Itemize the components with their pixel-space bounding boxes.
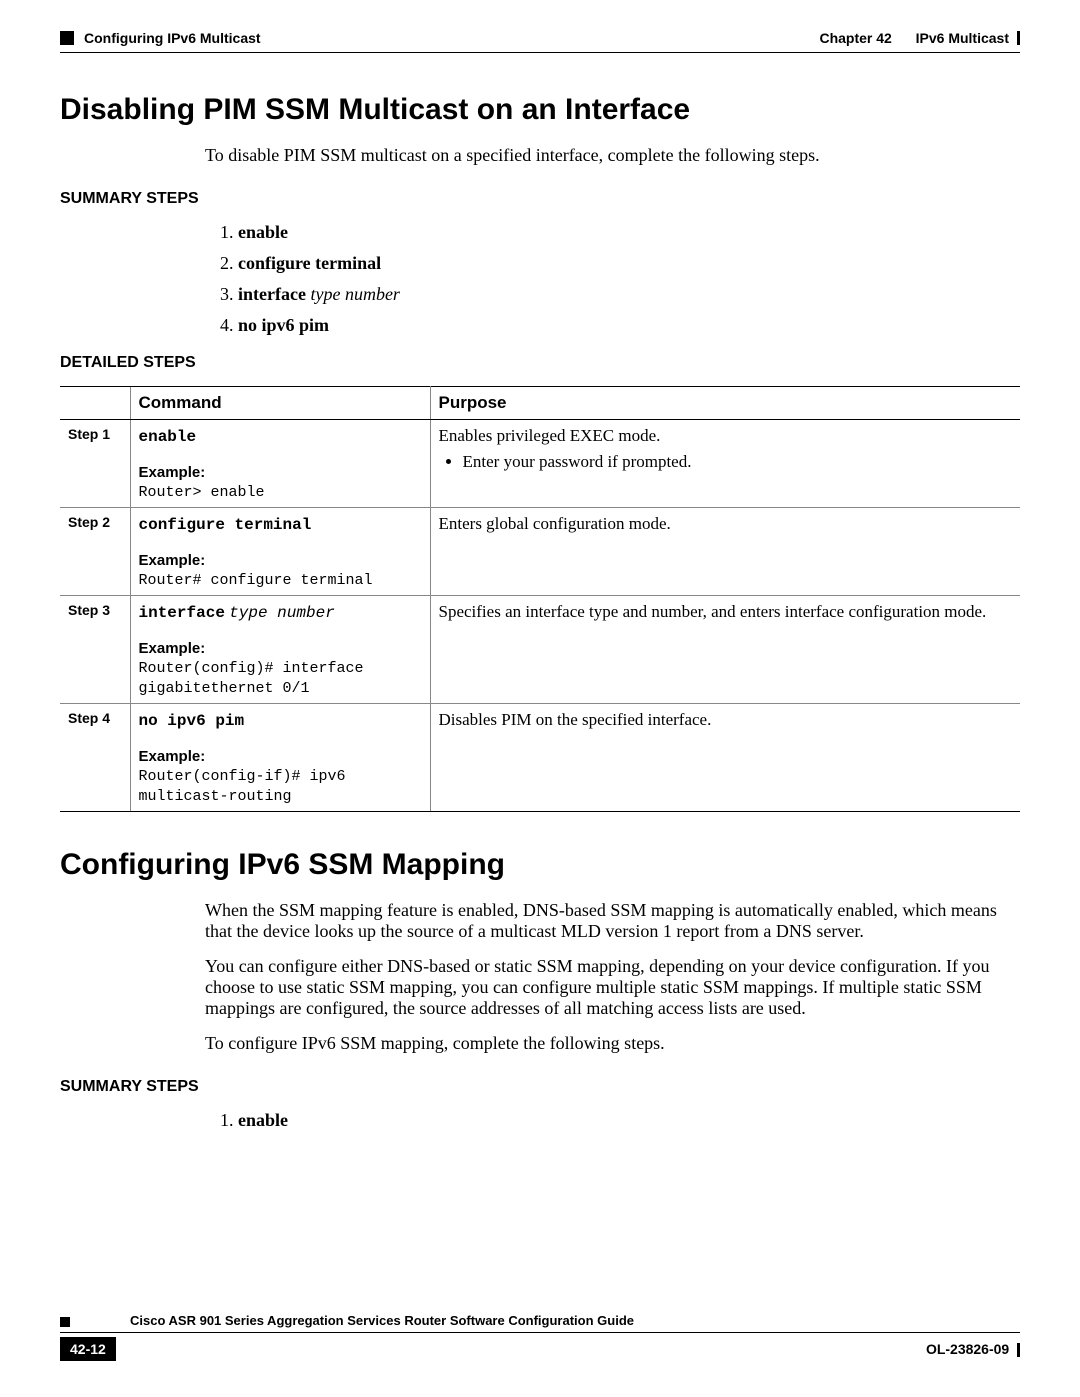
section-marker: Configuring IPv6 Multicast [84, 30, 261, 46]
command-cell: interface type number Example: Router(co… [130, 596, 430, 704]
body-paragraph: To configure IPv6 SSM mapping, complete … [205, 1033, 1020, 1054]
command-cell: enable Example: Router> enable [130, 420, 430, 508]
summary-steps-heading: SUMMARY STEPS [60, 1078, 1020, 1096]
list-item: enable [238, 222, 1020, 243]
col-command: Command [130, 387, 430, 420]
section-title: Disabling PIM SSM Multicast on an Interf… [60, 93, 1020, 127]
detailed-steps-heading: DETAILED STEPS [60, 354, 1020, 372]
detailed-steps-table: Command Purpose Step 1 enable Example: R… [60, 386, 1020, 812]
divider-icon [1017, 1343, 1020, 1357]
square-icon [60, 31, 74, 45]
footer-rule [60, 1332, 1020, 1333]
list-item: interface type number [238, 284, 1020, 305]
section-title: Configuring IPv6 SSM Mapping [60, 848, 1020, 882]
doc-id: OL-23826-09 [926, 1341, 1009, 1357]
purpose-cell: Enables privileged EXEC mode. Enter your… [430, 420, 1020, 508]
body-paragraph: You can configure either DNS-based or st… [205, 956, 1020, 1019]
purpose-cell: Enters global configuration mode. [430, 508, 1020, 596]
table-row: Step 1 enable Example: Router> enable En… [60, 420, 1020, 508]
guide-title: Cisco ASR 901 Series Aggregation Service… [130, 1313, 634, 1328]
list-item: enable [238, 1110, 1020, 1131]
list-item: Enter your password if prompted. [463, 452, 1013, 472]
list-item: configure terminal [238, 253, 1020, 274]
divider-icon [1017, 31, 1020, 45]
list-item: no ipv6 pim [238, 315, 1020, 336]
section-intro: To disable PIM SSM multicast on a specif… [205, 145, 1020, 166]
page-footer: Cisco ASR 901 Series Aggregation Service… [60, 1317, 1020, 1361]
command-cell: configure terminal Example: Router# conf… [130, 508, 430, 596]
table-row: Step 2 configure terminal Example: Route… [60, 508, 1020, 596]
col-purpose: Purpose [430, 387, 1020, 420]
square-icon [60, 1317, 70, 1327]
chapter-title: IPv6 Multicast [916, 30, 1009, 46]
col-step [60, 387, 130, 420]
purpose-cell: Specifies an interface type and number, … [430, 596, 1020, 704]
step-cell: Step 1 [60, 420, 130, 508]
summary-steps-heading: SUMMARY STEPS [60, 190, 1020, 208]
page-number-badge: 42-12 [60, 1337, 116, 1361]
summary-steps-list: enable [238, 1110, 1020, 1131]
header-rule [60, 52, 1020, 53]
table-row: Step 4 no ipv6 pim Example: Router(confi… [60, 704, 1020, 812]
purpose-cell: Disables PIM on the specified interface. [430, 704, 1020, 812]
command-cell: no ipv6 pim Example: Router(config-if)# … [130, 704, 430, 812]
summary-steps-list: enable configure terminal interface type… [238, 222, 1020, 336]
step-cell: Step 2 [60, 508, 130, 596]
page-header: Configuring IPv6 Multicast Chapter 42 IP… [60, 30, 1020, 46]
chapter-label: Chapter 42 [819, 30, 891, 46]
table-row: Step 3 interface type number Example: Ro… [60, 596, 1020, 704]
step-cell: Step 4 [60, 704, 130, 812]
step-cell: Step 3 [60, 596, 130, 704]
body-paragraph: When the SSM mapping feature is enabled,… [205, 900, 1020, 942]
